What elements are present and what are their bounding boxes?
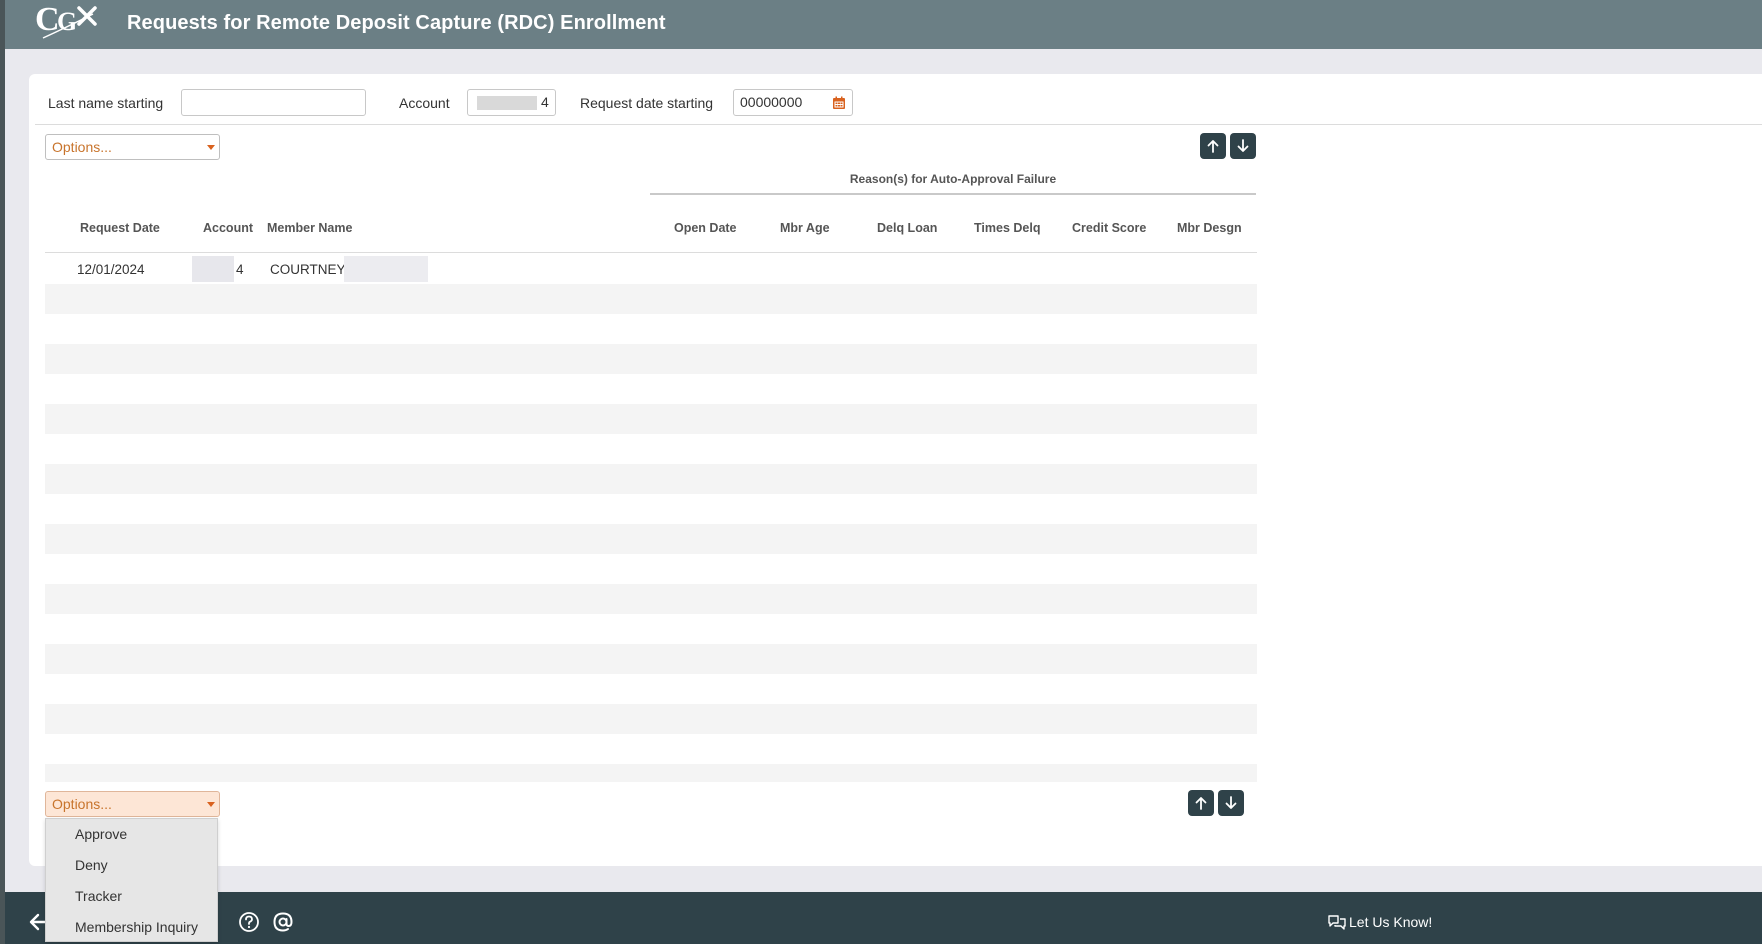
let-us-know-link[interactable]: Let Us Know! [1349,914,1432,930]
sort-down-button[interactable] [1218,790,1244,816]
filter-divider [35,124,1762,125]
arrow-down-icon [1225,796,1237,809]
account-label: Account [399,95,450,111]
options-select-bottom[interactable]: Options... [45,791,220,817]
sort-up-button[interactable] [1188,790,1214,816]
page-title: Requests for Remote Deposit Capture (RDC… [127,12,666,34]
help-icon[interactable] [238,911,260,933]
request-date-value: 00000000 [740,94,803,110]
last-name-label: Last name starting [48,95,164,111]
table-row [45,704,1257,734]
col-delq-loan[interactable]: Delq Loan [877,221,937,235]
col-account[interactable]: Account [203,221,253,235]
chevron-down-icon [207,802,215,807]
sort-down-button[interactable] [1230,133,1256,159]
table-row [45,284,1257,314]
request-date-input[interactable]: 00000000 [733,89,853,116]
options-select-top-label: Options... [52,139,112,155]
cell-request-date: 12/01/2024 [77,262,145,277]
redacted-block [344,256,428,282]
group-header-underline [650,193,1256,195]
arrow-up-icon [1195,797,1207,810]
cell-member-name: COURTNEY [270,262,346,277]
col-mbr-age[interactable]: Mbr Age [780,221,830,235]
table-header-divider [45,252,1257,253]
window-edge [0,49,5,894]
options-select-bottom-label: Options... [52,796,112,812]
menu-item-approve[interactable]: Approve [75,826,127,842]
table-row [45,764,1257,782]
app-header: C G Requests for Remote Deposit Capture … [0,0,1762,49]
arrow-down-icon [1237,139,1249,152]
account-input[interactable]: 4 [467,89,556,116]
options-select-top[interactable]: Options... [45,134,220,160]
calendar-icon[interactable] [832,96,846,110]
col-times-delq[interactable]: Times Delq [974,221,1040,235]
cell-account: 4 [236,262,244,277]
redacted-block [477,96,537,110]
col-mbr-desgn[interactable]: Mbr Desgn [1177,221,1242,235]
app-footer [0,892,1762,944]
options-menu: Approve Deny Tracker Membership Inquiry [45,818,218,942]
arrow-up-icon [1207,140,1219,153]
table-row [45,524,1257,554]
cgx-logo: C G [35,1,97,39]
redacted-block [192,256,234,282]
account-input-value: 4 [541,94,549,110]
table-row [45,404,1257,434]
last-name-input[interactable] [181,89,366,116]
menu-item-deny[interactable]: Deny [75,857,108,873]
reasons-group-header: Reason(s) for Auto-Approval Failure [849,172,1057,186]
sort-up-button[interactable] [1200,133,1226,159]
svg-text:G: G [57,7,77,36]
at-sign-icon[interactable] [272,911,294,933]
table-row [45,644,1257,674]
col-member-name[interactable]: Member Name [267,221,352,235]
chevron-down-icon [207,145,215,150]
table-row [45,344,1257,374]
request-date-label: Request date starting [580,95,714,111]
chat-bubbles-icon[interactable] [1327,914,1347,930]
menu-item-membership-inquiry[interactable]: Membership Inquiry [75,919,198,935]
menu-item-tracker[interactable]: Tracker [75,888,122,904]
col-credit-score[interactable]: Credit Score [1072,221,1146,235]
col-open-date[interactable]: Open Date [674,221,737,235]
table-row [45,464,1257,494]
col-request-date[interactable]: Request Date [80,221,160,235]
table-row [45,584,1257,614]
